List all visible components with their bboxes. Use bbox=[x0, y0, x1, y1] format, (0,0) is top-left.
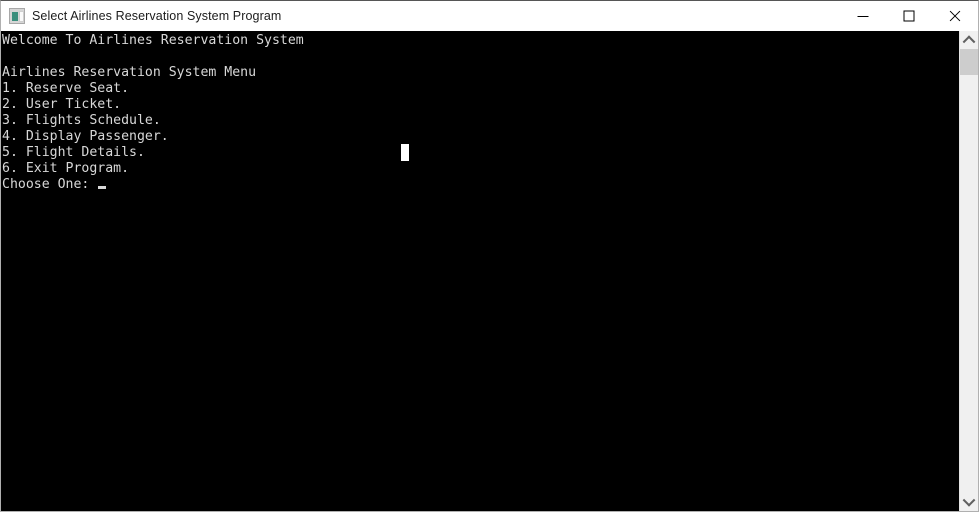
scrollbar-thumb[interactable] bbox=[960, 49, 978, 75]
maximize-button[interactable] bbox=[886, 2, 932, 31]
vertical-scrollbar[interactable] bbox=[959, 31, 978, 511]
chevron-up-icon bbox=[962, 35, 976, 49]
icon-right-pane bbox=[19, 11, 24, 22]
icon-left-pane bbox=[12, 12, 18, 21]
console-text: Welcome To Airlines Reservation System A… bbox=[2, 33, 304, 192]
underscore-caret bbox=[98, 186, 106, 189]
scroll-down-arrow-icon[interactable] bbox=[960, 493, 978, 511]
white-block-cursor bbox=[401, 144, 409, 161]
console-window-icon bbox=[9, 8, 25, 24]
close-button[interactable] bbox=[932, 2, 978, 31]
chevron-down-icon bbox=[962, 493, 976, 507]
scroll-up-arrow-icon[interactable] bbox=[960, 31, 978, 49]
maximize-icon bbox=[903, 10, 915, 22]
minimize-icon bbox=[857, 16, 869, 17]
title-bar[interactable]: Select Airlines Reservation System Progr… bbox=[1, 1, 978, 31]
minimize-button[interactable] bbox=[840, 2, 886, 31]
console-window: Select Airlines Reservation System Progr… bbox=[0, 0, 979, 512]
window-title: Select Airlines Reservation System Progr… bbox=[32, 9, 282, 23]
console-output-area[interactable]: Welcome To Airlines Reservation System A… bbox=[1, 31, 959, 511]
